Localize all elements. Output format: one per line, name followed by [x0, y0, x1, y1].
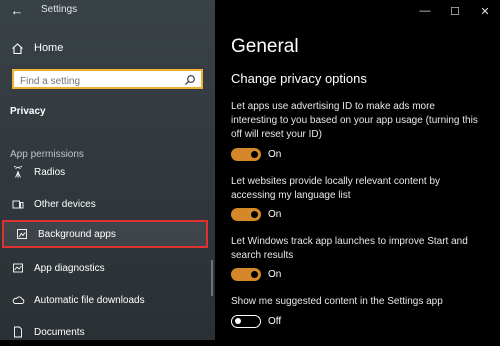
sidebar-scrollbar[interactable] — [211, 260, 213, 296]
window-controls: — ☐ ✕ — [410, 0, 500, 22]
sidebar-item-label: Automatic file downloads — [34, 294, 145, 306]
page-title: General — [231, 36, 299, 57]
advertising-id-toggle[interactable] — [231, 148, 261, 161]
option-description: Let apps use advertising ID to make ads … — [231, 101, 478, 140]
sidebar-item-label: Radios — [34, 166, 66, 178]
sidebar: ← Settings Home Privacy App permissions … — [0, 0, 215, 340]
minimize-icon[interactable]: — — [410, 0, 440, 22]
option-description: Let Windows track app launches to improv… — [231, 236, 468, 261]
sidebar-item-label: App diagnostics — [34, 262, 105, 274]
home-icon — [10, 41, 24, 55]
option-description: Show me suggested content in the Setting… — [231, 296, 443, 307]
sidebar-item-label: Other devices — [34, 198, 96, 210]
sidebar-item-documents[interactable]: Documents — [0, 318, 215, 346]
search-input[interactable] — [14, 73, 180, 90]
title-bar: ← Settings — [0, 0, 215, 22]
sidebar-item-other-devices[interactable]: Other devices — [0, 190, 215, 218]
sidebar-item-background-apps[interactable]: Background apps — [2, 220, 208, 248]
search-icon[interactable] — [184, 73, 196, 85]
sidebar-item-automatic-file-downloads[interactable]: Automatic file downloads — [0, 286, 215, 314]
toggle-state-label: Off — [268, 316, 282, 327]
suggested-content-toggle[interactable] — [231, 315, 261, 328]
sidebar-item-radios[interactable]: Radios — [0, 158, 215, 186]
sidebar-item-label: Documents — [34, 326, 85, 338]
app-title: Settings — [41, 4, 78, 15]
devices-icon — [11, 197, 25, 211]
app-launch-tracking-toggle[interactable] — [231, 268, 261, 281]
close-icon[interactable]: ✕ — [470, 0, 500, 22]
search-box[interactable] — [12, 69, 203, 90]
language-list-toggle[interactable] — [231, 208, 261, 221]
page-subtitle: Change privacy options — [231, 71, 367, 86]
option-description: Let websites provide locally relevant co… — [231, 176, 441, 201]
maximize-icon[interactable]: ☐ — [440, 0, 470, 22]
home-link[interactable]: Home — [10, 40, 63, 56]
background-apps-icon — [15, 227, 29, 241]
toggle-state-label: On — [268, 209, 282, 220]
diagnostics-icon — [11, 261, 25, 275]
back-arrow-icon[interactable]: ← — [8, 2, 26, 20]
toggle-state-label: On — [268, 149, 282, 160]
document-icon — [11, 325, 25, 339]
sidebar-item-label: Background apps — [38, 228, 116, 240]
radio-icon — [11, 165, 25, 179]
sidebar-item-app-diagnostics[interactable]: App diagnostics — [0, 254, 215, 282]
toggle-state-label: On — [268, 269, 282, 280]
section-title: Privacy — [10, 106, 46, 117]
home-label: Home — [34, 42, 64, 54]
cloud-icon — [11, 293, 25, 307]
